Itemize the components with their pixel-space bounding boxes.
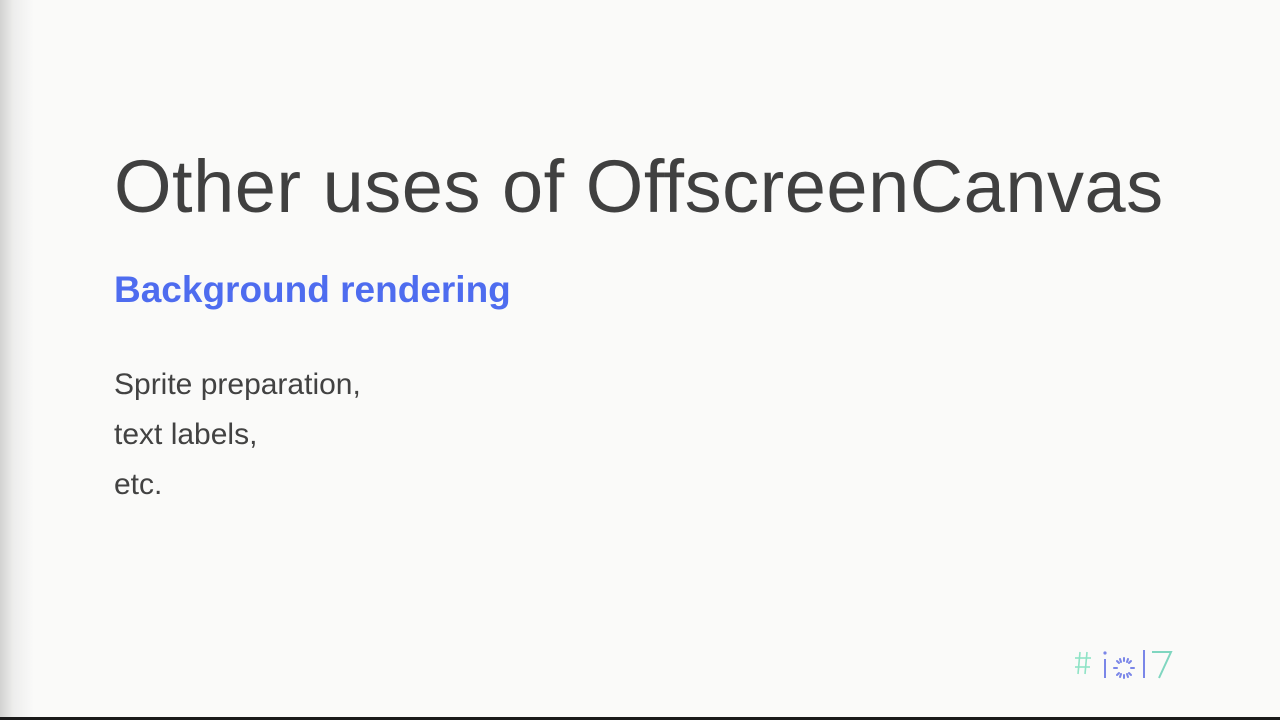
letter-o-icon bbox=[1113, 657, 1135, 679]
body-line: etc. bbox=[114, 468, 163, 501]
body-line: text labels, bbox=[114, 418, 258, 451]
letter-i-icon bbox=[1103, 651, 1107, 678]
io17-logo-icon bbox=[1075, 650, 1173, 679]
digit-seven-icon bbox=[1152, 651, 1173, 679]
slide-subtitle: Background rendering bbox=[114, 269, 511, 310]
slide: Other uses of OffscreenCanvas Background… bbox=[0, 0, 1280, 720]
hash-icon bbox=[1075, 651, 1091, 675]
left-edge-shadow bbox=[0, 0, 34, 720]
slide-title: Other uses of OffscreenCanvas bbox=[114, 145, 1164, 228]
body-text-list: Sprite preparation, text labels, etc. bbox=[114, 360, 361, 510]
body-line: Sprite preparation, bbox=[114, 368, 361, 401]
